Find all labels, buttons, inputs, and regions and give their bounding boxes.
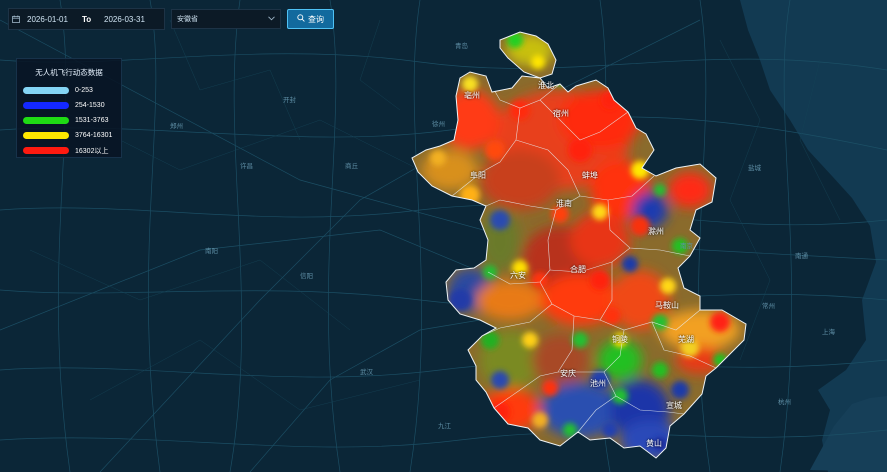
query-button[interactable]: 查询 (287, 9, 334, 29)
chevron-down-icon (268, 15, 275, 23)
city-label-bengbu: 蚌埠 (582, 171, 598, 180)
city-label-bozhou: 亳州 (464, 91, 480, 100)
legend-item[interactable]: 16302以上 (17, 143, 121, 158)
city-label-anqing: 安庆 (560, 369, 576, 378)
legend-item-label: 1531-3763 (75, 117, 109, 124)
legend-item-label: 254-1530 (75, 102, 105, 109)
filter-toolbar: 2026-01-01 To 2026-03-31 安徽省 查询 (8, 8, 334, 30)
date-range-separator: To (82, 14, 92, 24)
legend-item[interactable]: 3764-16301 (17, 128, 121, 143)
map-background (0, 0, 887, 472)
legend-swatch (23, 102, 69, 109)
start-date-input[interactable]: 2026-01-01 (23, 15, 82, 24)
end-date-input[interactable]: 2026-03-31 (100, 15, 164, 24)
legend-item[interactable]: 0-253 (17, 83, 121, 98)
place-label-jiujiang: 九江 (438, 423, 451, 430)
city-label-tongling: 铜陵 (612, 335, 628, 344)
legend-item[interactable]: 1531-3763 (17, 113, 121, 128)
city-label-fuyang: 阜阳 (470, 171, 486, 180)
place-label-shangqiu: 商丘 (345, 163, 358, 170)
legend-item[interactable]: 254-1530 (17, 98, 121, 113)
city-label-luan: 六安 (510, 271, 526, 280)
legend-swatch (23, 117, 69, 124)
place-label-nanjing: 南京 (680, 243, 693, 250)
city-label-hefei: 合肥 (570, 265, 586, 274)
place-label-zhengzhou: 郑州 (170, 123, 183, 130)
place-label-xuzhou: 徐州 (432, 121, 445, 128)
place-label-xinyang: 信阳 (300, 273, 313, 280)
legend-swatch (23, 87, 69, 94)
place-label-yancheng: 盐城 (748, 165, 761, 172)
legend-swatch (23, 132, 69, 139)
legend-item-label: 0-253 (75, 87, 93, 94)
date-range-picker[interactable]: 2026-01-01 To 2026-03-31 (8, 8, 165, 30)
province-select[interactable]: 安徽省 (171, 9, 281, 29)
city-label-huainan: 淮南 (556, 199, 572, 208)
place-label-changzhou: 常州 (762, 303, 775, 310)
city-label-huaibei: 淮北 (538, 81, 554, 90)
place-label-nanyang: 南阳 (205, 248, 218, 255)
place-label-xuchang: 许昌 (240, 163, 253, 170)
place-label-wuhan: 武汉 (360, 369, 373, 376)
city-label-maanshan: 马鞍山 (655, 301, 679, 310)
legend-title: 无人机飞行动态数据 (35, 68, 103, 77)
map-canvas[interactable] (0, 0, 887, 472)
legend-swatch (23, 147, 69, 154)
city-label-chuzhou: 滁州 (648, 227, 664, 236)
query-button-label: 查询 (308, 14, 324, 24)
place-label-kaifeng: 开封 (283, 97, 296, 104)
city-label-suzhou: 宿州 (553, 109, 569, 118)
place-label-hangzhou: 杭州 (778, 399, 791, 406)
place-label-nantong: 南通 (795, 253, 808, 260)
place-label-shanghai: 上海 (822, 329, 835, 336)
province-select-value: 安徽省 (177, 16, 198, 23)
search-icon (297, 14, 305, 24)
city-label-huangshan: 黄山 (646, 439, 662, 448)
heatmap-legend: 无人机飞行动态数据 0-253 254-1530 1531-3763 3764-… (16, 58, 122, 158)
city-label-wuhu: 芜湖 (678, 335, 694, 344)
place-label-qingdao: 青岛 (455, 43, 468, 50)
calendar-icon[interactable] (9, 9, 23, 29)
city-label-xuancheng: 宣城 (666, 401, 682, 410)
legend-item-label: 16302以上 (75, 147, 109, 155)
legend-item-label: 3764-16301 (75, 132, 113, 139)
city-label-chizhou: 池州 (590, 379, 606, 388)
